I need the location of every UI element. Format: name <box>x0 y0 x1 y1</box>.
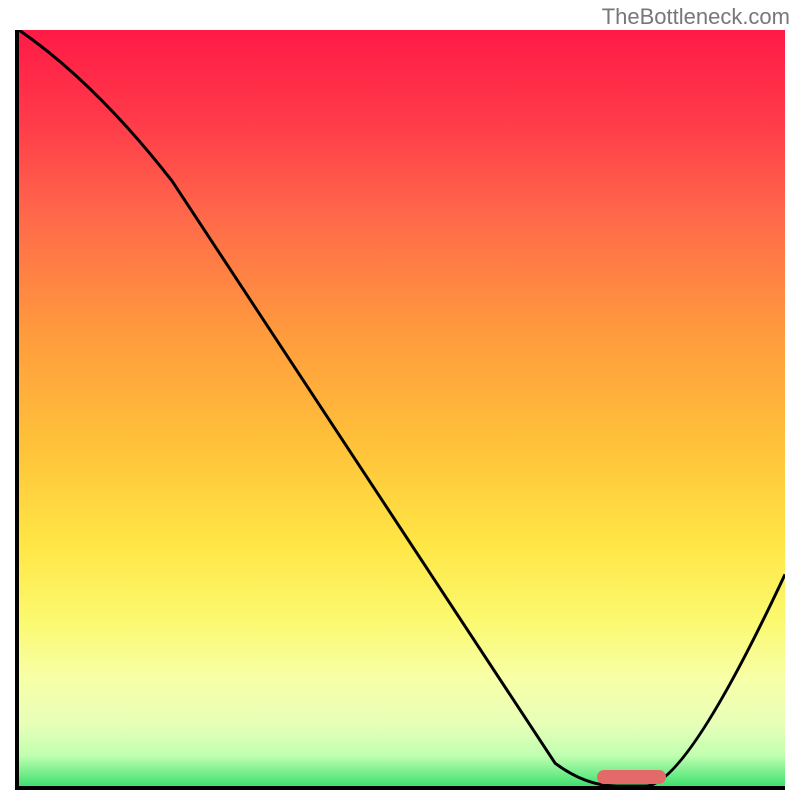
chart-container: TheBottleneck.com <box>0 0 800 800</box>
watermark-text: TheBottleneck.com <box>602 4 790 30</box>
curve-svg <box>19 30 785 786</box>
bottleneck-curve <box>19 30 785 786</box>
plot-area <box>15 30 785 790</box>
optimal-marker <box>597 770 666 784</box>
